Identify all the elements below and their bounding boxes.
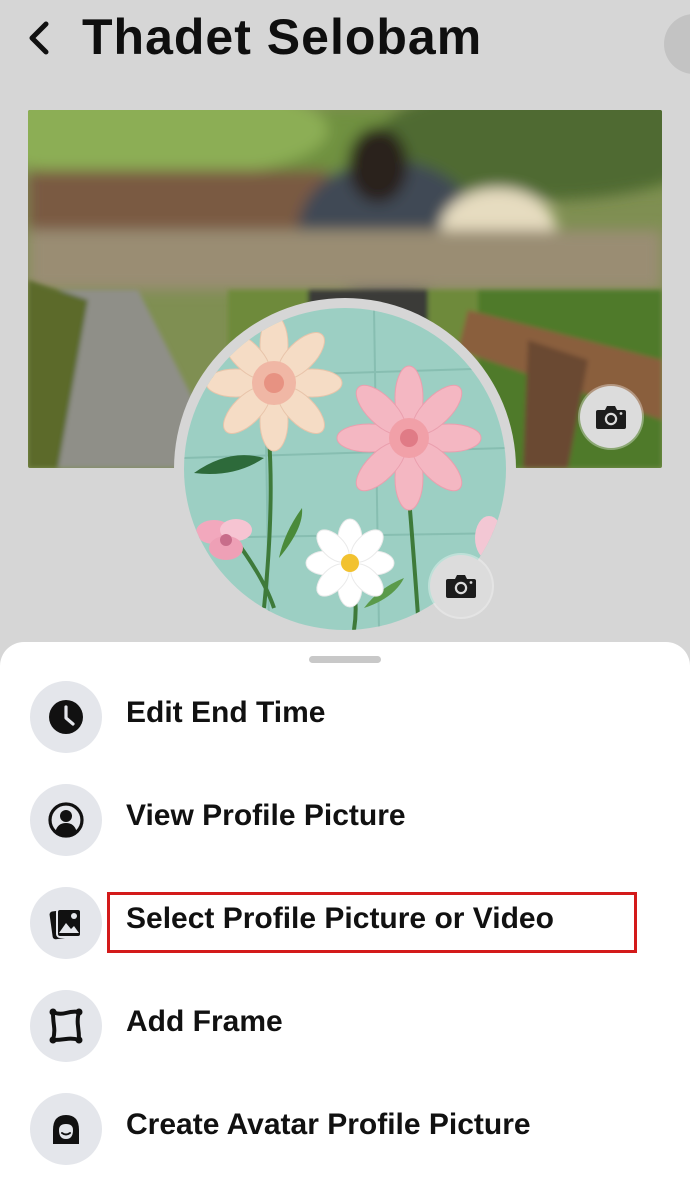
menu-icon-circle	[30, 784, 102, 856]
menu-item-label: Create Avatar Profile Picture	[126, 1108, 531, 1141]
highlight-box	[107, 892, 637, 953]
menu-item-add-frame[interactable]: Add Frame	[0, 975, 690, 1075]
cover-camera-button[interactable]	[580, 386, 642, 448]
menu-item-create-avatar-profile-picture[interactable]: Create Avatar Profile Picture	[0, 1078, 690, 1178]
sheet-drag-handle[interactable]	[309, 656, 381, 663]
chevron-left-icon	[29, 21, 49, 55]
menu-item-label: Edit End Time	[126, 696, 326, 729]
user-circle-icon	[48, 802, 84, 838]
header-action-button[interactable]	[664, 14, 690, 74]
photo-gallery-icon	[49, 908, 82, 940]
menu-item-view-profile-picture[interactable]: View Profile Picture	[0, 769, 690, 869]
top-bar: Thadet Selobam	[0, 0, 690, 78]
menu-item-label: View Profile Picture	[126, 799, 406, 832]
back-button[interactable]	[22, 16, 58, 60]
page-title: Thadet Selobam	[82, 9, 483, 65]
camera-icon	[446, 575, 476, 598]
camera-icon	[596, 406, 626, 429]
clock-icon	[49, 700, 83, 734]
menu-item-label: Add Frame	[126, 1005, 283, 1038]
profile-camera-button[interactable]	[430, 555, 492, 617]
menu-icon-circle	[30, 1093, 102, 1165]
avatar-icon	[53, 1115, 79, 1144]
menu-icon-circle	[30, 681, 102, 753]
frame-icon	[49, 1008, 83, 1044]
menu-icon-circle	[30, 990, 102, 1062]
menu-icon-circle	[30, 887, 102, 959]
menu-item-edit-end-time[interactable]: Edit End Time	[0, 666, 690, 766]
